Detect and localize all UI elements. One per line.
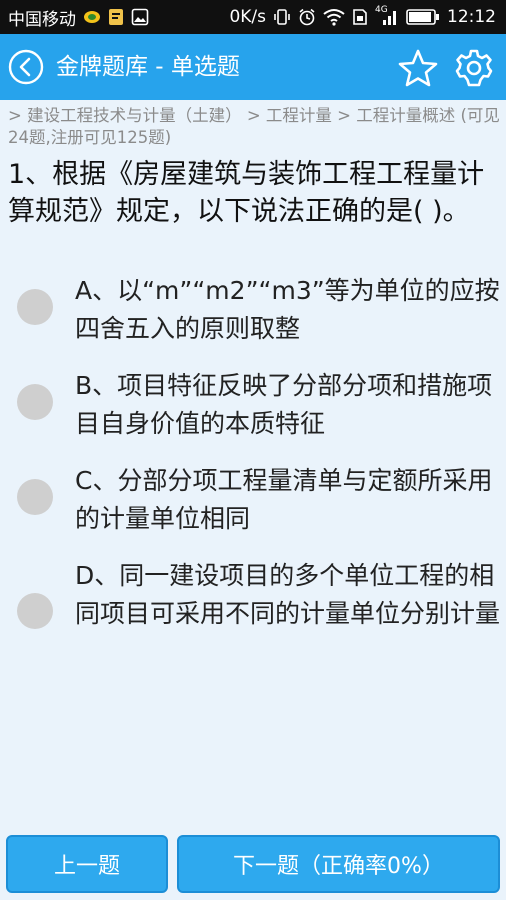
vibrate-icon <box>273 8 291 26</box>
status-left: 中国移动 <box>8 5 149 30</box>
prev-question-button[interactable]: 上一题 <box>6 835 168 893</box>
alarm-icon <box>298 8 316 26</box>
radio-b[interactable] <box>17 384 53 420</box>
gear-icon <box>455 49 493 87</box>
status-right: 0K/s 4G 12:12 <box>229 5 496 27</box>
option-b-text: B、项目特征反映了分部分项和措施项目自身价值的本质特征 <box>75 371 493 438</box>
option-d[interactable]: D、同一建设项目的多个单位工程的相同项目可采用不同的计量单位分别计量 <box>0 557 506 633</box>
app-notify-icon <box>83 10 101 24</box>
breadcrumb[interactable]: > 建设工程技术与计量（土建） > 工程计量 > 工程计量概述 (可见24题,注… <box>8 105 500 149</box>
status-bar: 中国移动 0K/s 4G 12:12 <box>0 0 506 34</box>
question-text: 1、根据《房屋建筑与装饰工程工程量计算规范》规定，以下说法正确的是( )。 <box>8 159 485 227</box>
network-speed: 0K/s <box>229 7 266 27</box>
option-c[interactable]: C、分部分项工程量清单与定额所采用的计量单位相同 <box>0 462 506 538</box>
page-title: 金牌题库 - 单选题 <box>56 54 240 80</box>
option-d-text: D、同一建设项目的多个单位工程的相同项目可采用不同的计量单位分别计量 <box>75 561 501 628</box>
next-question-button[interactable]: 下一题（正确率0%） <box>177 835 500 893</box>
sim-icon <box>352 8 368 26</box>
option-list: A、以“m”“m2”“m3”等为单位的应按四舍五入的原则取整 B、项目特征反映了… <box>0 272 506 652</box>
battery-icon <box>406 8 440 26</box>
radio-a[interactable] <box>17 289 53 325</box>
radio-c[interactable] <box>17 479 53 515</box>
network-type-label: 4G <box>375 5 388 15</box>
option-b[interactable]: B、项目特征反映了分部分项和措施项目自身价值的本质特征 <box>0 367 506 443</box>
carrier-label: 中国移动 <box>8 9 76 30</box>
settings-button[interactable] <box>454 48 494 88</box>
signal-icon: 4G <box>375 5 399 26</box>
wifi-icon <box>323 8 345 26</box>
option-a-text: A、以“m”“m2”“m3”等为单位的应按四舍五入的原则取整 <box>75 276 500 343</box>
option-c-text: C、分部分项工程量清单与定额所采用的计量单位相同 <box>75 466 493 533</box>
radio-d[interactable] <box>17 593 53 629</box>
star-icon <box>398 49 438 87</box>
image-icon <box>131 8 149 26</box>
bottom-nav: 上一题 下一题（正确率0%） <box>0 830 506 900</box>
app-header: 金牌题库 - 单选题 <box>0 34 506 100</box>
notification-icon <box>108 8 124 26</box>
favorite-button[interactable] <box>398 48 438 88</box>
back-button[interactable] <box>8 49 44 85</box>
clock-time: 12:12 <box>447 7 496 27</box>
option-a[interactable]: A、以“m”“m2”“m3”等为单位的应按四舍五入的原则取整 <box>0 272 506 348</box>
back-icon <box>8 49 44 85</box>
